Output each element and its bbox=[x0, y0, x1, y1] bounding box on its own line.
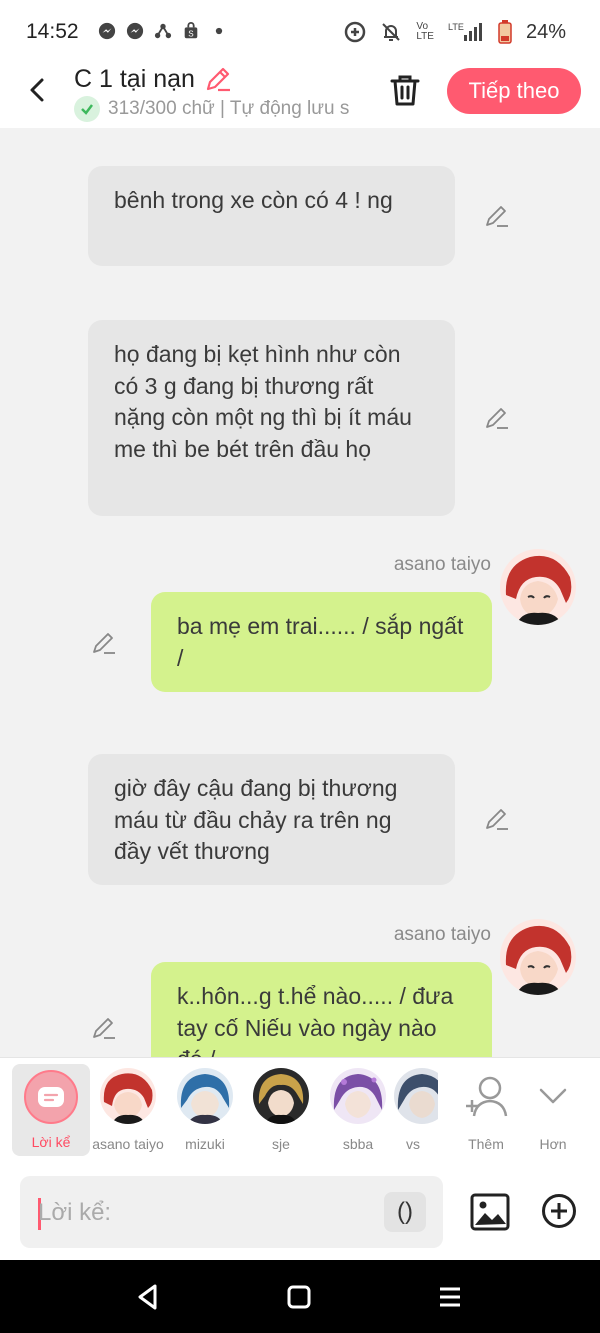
network-share-icon bbox=[154, 23, 172, 39]
character-sje[interactable]: sje bbox=[241, 1068, 321, 1152]
edit-icon[interactable] bbox=[484, 405, 510, 431]
more-label: Thêm bbox=[468, 1136, 504, 1152]
title-row: C 1 tại nạn bbox=[74, 64, 233, 94]
edit-icon[interactable] bbox=[484, 203, 510, 229]
avatar bbox=[253, 1068, 309, 1124]
narration-tab[interactable]: Lời kể bbox=[12, 1064, 90, 1156]
character-name: sbba bbox=[342, 1136, 374, 1152]
avatar bbox=[177, 1068, 233, 1124]
character-name: asano taiyo bbox=[92, 1136, 164, 1152]
status-right: Vo LTE LTE 24% bbox=[344, 20, 566, 44]
edit-title-icon[interactable] bbox=[203, 64, 233, 94]
nav-back-icon[interactable] bbox=[135, 1283, 161, 1311]
input-placeholder: Lời kể: bbox=[38, 1199, 112, 1226]
svg-text:S: S bbox=[188, 29, 194, 38]
input-bar: Lời kể: () bbox=[0, 1166, 600, 1260]
character-name: sje bbox=[272, 1136, 290, 1152]
signal-icon: LTE bbox=[448, 22, 482, 41]
battery-percent: 24% bbox=[525, 20, 566, 43]
check-icon bbox=[74, 96, 100, 122]
word-count-status: 313/300 chữ | Tự động lưu s bbox=[108, 98, 350, 119]
edit-icon[interactable] bbox=[484, 806, 510, 832]
image-icon[interactable] bbox=[470, 1193, 510, 1231]
collapse-label: Hơn bbox=[539, 1136, 567, 1152]
notification-icons: S bbox=[98, 22, 228, 40]
avatar[interactable] bbox=[500, 919, 576, 995]
narration-icon bbox=[24, 1070, 78, 1124]
chevron-down-icon bbox=[539, 1088, 567, 1104]
edit-icon[interactable] bbox=[91, 630, 117, 656]
avatar[interactable] bbox=[500, 549, 576, 625]
narration-bubble[interactable]: họ đang bị kẹt hình như còn có 3 g đang … bbox=[88, 320, 455, 516]
edit-icon[interactable] bbox=[91, 1015, 117, 1041]
messenger-icon bbox=[126, 22, 144, 40]
character-asano-taiyo[interactable]: asano taiyo bbox=[88, 1068, 168, 1152]
parentheses-button[interactable]: () bbox=[384, 1192, 426, 1232]
dot-icon bbox=[215, 27, 223, 35]
editor-header: C 1 tại nạn 313/300 chữ | Tự động lưu s … bbox=[0, 62, 600, 128]
shopping-bag-icon: S bbox=[184, 22, 198, 38]
narration-label: Lời kể bbox=[31, 1134, 71, 1150]
nav-home-icon[interactable] bbox=[287, 1285, 311, 1309]
speaker-name: asano taiyo bbox=[393, 554, 491, 575]
avatar bbox=[394, 1068, 438, 1124]
chapter-title: C 1 tại nạn bbox=[74, 64, 195, 93]
narration-bubble[interactable]: giờ đây cậu đang bị thương máu từ đầu ch… bbox=[88, 754, 455, 885]
next-button[interactable]: Tiếp theo bbox=[447, 68, 581, 114]
data-saver-icon bbox=[345, 21, 366, 43]
narration-input[interactable]: Lời kể: () bbox=[20, 1176, 443, 1248]
system-nav-bar bbox=[0, 1260, 600, 1333]
collapse-button[interactable]: Hơn bbox=[513, 1068, 593, 1152]
add-icon[interactable] bbox=[541, 1193, 577, 1229]
add-person-icon bbox=[466, 1076, 508, 1117]
character-name: mizuki bbox=[185, 1136, 225, 1152]
character-sbba[interactable]: sbba bbox=[318, 1068, 398, 1152]
battery-icon bbox=[498, 20, 512, 44]
status-time: 14:52 bbox=[26, 20, 79, 43]
volte-icon: Vo LTE bbox=[416, 21, 434, 42]
character-selector: Lời kể asano taiyo mizuki sje sbba vs Th… bbox=[0, 1057, 600, 1166]
narration-bubble[interactable]: bênh trong xe còn có 4 ! ng bbox=[88, 166, 455, 266]
messenger-icon bbox=[98, 22, 116, 40]
avatar bbox=[100, 1068, 156, 1124]
nav-menu-icon[interactable] bbox=[438, 1285, 462, 1309]
character-vs[interactable]: vs bbox=[394, 1068, 438, 1152]
trash-icon[interactable] bbox=[388, 72, 422, 108]
back-arrow-icon[interactable] bbox=[24, 74, 52, 106]
status-bar: 14:52 S Vo LTE LTE 24% bbox=[0, 0, 600, 62]
character-name: vs bbox=[406, 1136, 420, 1152]
svg-text:LTE: LTE bbox=[448, 22, 464, 32]
character-mizuki[interactable]: mizuki bbox=[165, 1068, 245, 1152]
avatar bbox=[330, 1068, 386, 1124]
speaker-name: asano taiyo bbox=[393, 924, 491, 945]
bell-off-icon bbox=[382, 23, 401, 41]
character-bubble[interactable]: ba mẹ em trai...... / sắp ngất / bbox=[151, 592, 492, 692]
autosave-row: 313/300 chữ | Tự động lưu s bbox=[74, 96, 364, 122]
